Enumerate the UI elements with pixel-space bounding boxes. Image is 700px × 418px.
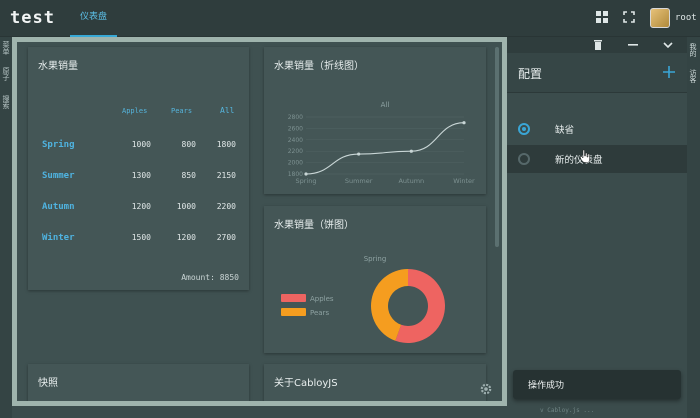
table-cell: 1200 [131,202,151,211]
card-title: 快照 [38,378,58,389]
table-cell: 2150 [216,171,236,180]
radio-unselected[interactable] [518,153,530,165]
top-bar: test 仪表盘 root [0,0,700,37]
line-point [304,172,308,176]
line-chart[interactable]: All180020002200240026002800Spring Summer A… [264,47,486,194]
row-label-winter: Winter [42,233,75,243]
config-panel: 配置 缺省 新的仪表盘 [507,37,687,418]
x-tick-label: Spring [296,177,317,185]
amount-total: Amount: 8850 [181,273,239,282]
pie-chart[interactable]: Spring Apples Pears [264,206,486,353]
table-cell: 2200 [216,202,236,211]
y-tick-label: 2000 [288,160,303,167]
side-tab-atom[interactable]: 原子 [0,67,12,81]
dashboard-frame: 水果销量 Apples Pears All Spring 1000 800 18… [12,37,507,406]
legend-swatch [281,308,306,316]
row-label-spring: Spring [42,140,75,150]
hand-cursor-icon [579,149,590,163]
right-tab-visitor[interactable]: 访客 [687,69,699,83]
avatar [650,8,670,28]
y-tick-label: 2200 [288,148,303,155]
x-tick-label: Summer [345,177,373,185]
legend-label: Apples [310,295,334,303]
side-tab-menu[interactable]: 菜单 [0,41,12,55]
footer-text: v Cabloy.js ... [540,407,595,414]
line-point [462,121,466,125]
table-cell: 1000 [131,140,151,149]
tab-dashboard[interactable]: 仪表盘 [70,0,117,37]
minimize-icon[interactable] [627,39,639,51]
dashboard-scrollbar[interactable] [495,47,499,247]
radio-selected[interactable] [518,123,530,135]
left-side-tabs: 菜单 原子 搜索 [0,37,12,418]
config-title: 配置 [518,67,543,81]
app-title: test [10,8,55,28]
card-title: 水果销量 [38,61,78,72]
y-tick-label: 2800 [288,114,303,121]
delete-icon[interactable] [592,39,604,51]
table-cell: 1800 [216,140,236,149]
chevron-down-icon[interactable] [662,39,674,51]
table-cell: 1200 [176,233,196,242]
line-point [409,149,413,153]
pie-chart-title: Spring [364,255,387,263]
table-cell: 1300 [131,171,151,180]
card-pie-chart: 水果销量（饼图） Spring Apples Pears [264,206,486,353]
right-tab-mine[interactable]: 我的 [687,43,699,57]
table-cell: 1000 [176,202,196,211]
toast-notification: 操作成功 [513,370,681,399]
config-item-default[interactable]: 缺省 [507,115,687,143]
config-header: 配置 [507,53,687,93]
user-menu[interactable]: root [650,6,697,30]
column-header-all: All [220,106,235,115]
line-series [305,122,465,175]
column-header-apples: Apples [122,107,148,115]
fullscreen-icon[interactable] [622,10,636,24]
side-tab-search[interactable]: 搜索 [0,95,12,109]
right-side-tabs: 我的 访客 [687,37,700,418]
row-label-summer: Summer [42,171,75,181]
dashboard-content: 水果销量 Apples Pears All Spring 1000 800 18… [17,42,502,401]
x-tick-label: Autumn [398,177,424,185]
config-toolbar [507,37,687,53]
line-chart-title: All [381,101,390,109]
y-tick-label: 2600 [288,125,303,132]
card-about: 关于CabloyJS [264,364,486,401]
table-cell: 850 [181,171,196,180]
table-cell: 2700 [216,233,236,242]
x-tick-label: Winter [453,177,475,185]
config-item-new-dashboard[interactable]: 新的仪表盘 [507,145,687,173]
card-snapshot: 快照 [28,364,249,401]
dashboard-layout-icon[interactable] [595,10,609,24]
toast-message: 操作成功 [528,381,565,391]
card-title: 关于CabloyJS [274,378,338,389]
config-item-label: 缺省 [555,125,575,136]
line-point [357,152,361,156]
table-cell: 800 [181,140,196,149]
legend-label: Pears [310,309,329,317]
card-line-chart: 水果销量（折线图） All 1800 2000 2200 2400 2600 2800 Spr… [264,47,486,194]
y-tick-label: 2400 [288,137,303,144]
add-icon[interactable] [662,65,676,79]
user-name: root [675,13,697,23]
card-fruit-sales-table: 水果销量 Apples Pears All Spring 1000 800 18… [28,47,249,290]
row-label-autumn: Autumn [42,202,75,212]
settings-gear-icon[interactable] [479,382,493,396]
legend-swatch [281,294,306,302]
table-cell: 1500 [131,233,151,242]
column-header-pears: Pears [171,107,193,115]
